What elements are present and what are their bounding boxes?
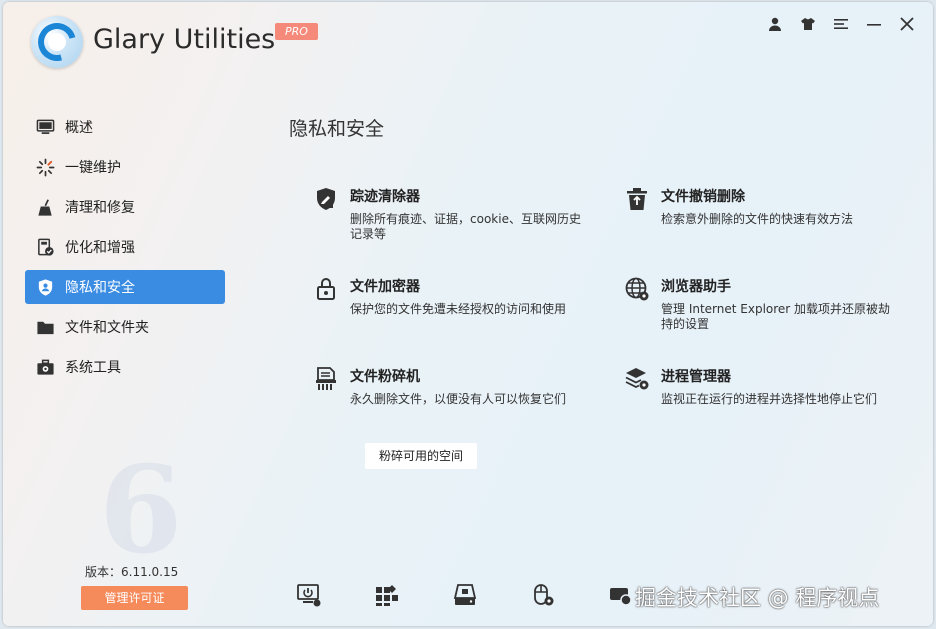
folder-icon (35, 317, 55, 337)
toolbox-icon (35, 357, 55, 377)
user-account-button[interactable] (765, 14, 785, 34)
shred-free-space-button[interactable]: 粉碎可用的空间 (365, 443, 477, 469)
tool-description: 监视正在运行的进程并选择性地停止它们 (661, 392, 878, 406)
sidebar-item-label: 文件和文件夹 (65, 320, 149, 336)
page-title: 隐私和安全 (289, 118, 385, 140)
disk-drive-icon (453, 584, 477, 605)
sidebar-item-label: 清理和修复 (65, 200, 135, 216)
monitor-icon (35, 117, 55, 137)
tool-description: 检索意外删除的文件的快速有效方法 (661, 212, 854, 226)
bottom-tool-startup-manager[interactable] (293, 579, 325, 611)
bottom-tool-disk-cleaner[interactable] (449, 579, 481, 611)
tool-name: 踪迹清除器 (350, 189, 420, 205)
sidebar-item-clean-repair[interactable]: 清理和修复 (25, 190, 225, 224)
drive-repair-icon (610, 588, 632, 606)
process-manager-icon (624, 366, 650, 392)
app-window: Glary Utilities PRO 6 概述 一键维护 清理和修复 优化和增… (3, 2, 933, 626)
minimize-icon (867, 24, 881, 26)
browser-globe-icon (624, 276, 650, 302)
sidebar: 6 概述 一键维护 清理和修复 优化和增强 隐私和安全 文件和文件夹 系统工具 … (3, 80, 261, 626)
bottom-tool-memory-optimizer[interactable] (527, 579, 559, 611)
tool-name: 文件撤销删除 (661, 189, 745, 205)
version-label: 版本： (85, 565, 122, 579)
sidebar-item-label: 概述 (65, 120, 93, 136)
skin-button[interactable] (798, 14, 818, 34)
sparkle-icon (35, 157, 55, 177)
version-info: 版本：6.11.0.15 (85, 563, 178, 580)
broom-icon (35, 197, 55, 217)
shield-icon (35, 277, 55, 297)
bottom-toolbar (293, 579, 683, 611)
sidebar-item-privacy-security[interactable]: 隐私和安全 (25, 270, 225, 304)
sidebar-item-label: 系统工具 (65, 360, 121, 376)
background-six-decoration: 6 (99, 440, 183, 581)
sidebar-item-optimize[interactable]: 优化和增强 (25, 230, 225, 264)
sidebar-item-files-folders[interactable]: 文件和文件夹 (25, 310, 225, 344)
sidebar-item-system-tools[interactable]: 系统工具 (25, 350, 225, 384)
tool-name: 文件加密器 (350, 279, 420, 295)
file-undelete-icon (624, 186, 650, 212)
tool-name: 浏览器助手 (661, 279, 731, 295)
close-button[interactable] (897, 14, 917, 34)
sidebar-item-one-click-maintenance[interactable]: 一键维护 (25, 150, 225, 184)
sidebar-item-label: 优化和增强 (65, 240, 135, 256)
sidebar-item-overview[interactable]: 概述 (25, 110, 225, 144)
close-icon (900, 17, 914, 31)
minimize-button[interactable] (864, 14, 884, 34)
app-title: Glary Utilities (93, 24, 276, 55)
file-shredder-icon (313, 366, 339, 392)
tool-description: 删除所有痕迹、证据，cookie、互联网历史记录等 (350, 212, 581, 241)
tool-name: 文件粉碎机 (350, 369, 420, 385)
tracks-eraser-icon (313, 186, 339, 212)
file-encrypt-icon (313, 276, 339, 302)
tool-name: 进程管理器 (661, 369, 731, 385)
apps-grid-icon (376, 585, 398, 606)
tool-description: 管理 Internet Explorer 加载项并还原被劫持的设置 (661, 302, 891, 331)
pro-badge: PRO (275, 23, 318, 40)
shirt-icon (801, 18, 815, 30)
watermark-text: 掘金技术社区 @ 程序视点 (635, 586, 880, 610)
manage-license-button[interactable]: 管理许可证 (81, 586, 188, 610)
user-icon (769, 17, 781, 31)
optimize-icon (35, 237, 55, 257)
menu-button[interactable] (831, 14, 851, 34)
power-monitor-icon (297, 584, 321, 607)
tool-description: 永久删除文件，以便没有人可以恢复它们 (350, 392, 567, 406)
menu-icon (834, 19, 848, 29)
mouse-optimizer-icon (534, 584, 554, 606)
sidebar-item-label: 一键维护 (65, 160, 121, 176)
sidebar-item-label: 隐私和安全 (65, 280, 135, 296)
app-logo (31, 16, 83, 68)
bottom-tool-registry-cleaner[interactable] (605, 579, 637, 611)
tool-description: 保护您的文件免遭未经授权的访问和使用 (350, 302, 567, 316)
sidebar-nav: 概述 一键维护 清理和修复 优化和增强 隐私和安全 文件和文件夹 系统工具 (25, 110, 225, 390)
window-controls (765, 14, 917, 34)
bottom-tool-uninstall-manager[interactable] (371, 579, 403, 611)
version-value: 6.11.0.15 (121, 565, 179, 579)
